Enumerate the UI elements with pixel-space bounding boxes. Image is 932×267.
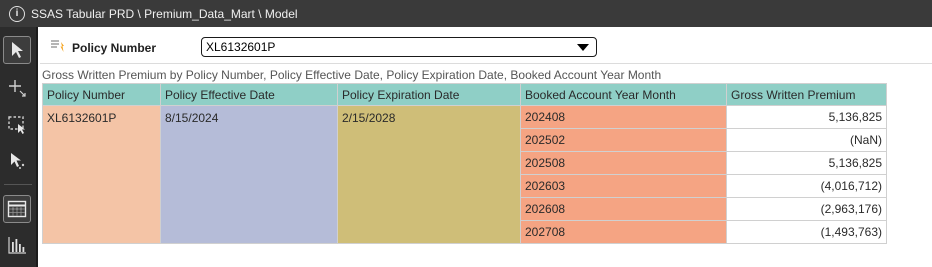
title-bar: i SSAS Tabular PRD \ Premium_Data_Mart \… — [0, 0, 932, 27]
cell-premium[interactable]: (2,963,176) — [726, 197, 887, 221]
header-policy-expiration-date[interactable]: Policy Expiration Date — [337, 83, 521, 106]
cell-premium[interactable]: (1,493,763) — [726, 220, 887, 244]
toolbar-divider — [4, 184, 32, 185]
cell-booked-month[interactable]: 202603 — [520, 174, 727, 198]
cell-policy-number[interactable]: XL6132601P — [42, 105, 161, 244]
dropdown-value: XL6132601P — [206, 40, 276, 54]
cell-premium[interactable]: 5,136,825 — [726, 151, 887, 175]
cell-premium[interactable]: (NaN) — [726, 128, 887, 152]
filter-label: Policy Number — [72, 41, 157, 55]
crosshair-icon[interactable] — [3, 74, 31, 102]
filter-bar: Policy Number XL6132601P — [40, 27, 932, 64]
chevron-down-icon[interactable] — [577, 44, 589, 51]
table-grid-icon[interactable] — [3, 195, 31, 223]
filter-slicer-icon — [50, 39, 66, 53]
side-toolbar — [0, 27, 38, 267]
cell-booked-month[interactable]: 202502 — [520, 128, 727, 152]
cell-booked-month[interactable]: 202408 — [520, 105, 727, 129]
cell-policy-expiration-date[interactable]: 2/15/2028 — [337, 105, 521, 244]
cursor-sparkle-icon[interactable] — [3, 146, 31, 174]
grid-title: Gross Written Premium by Policy Number, … — [42, 68, 662, 82]
header-booked-account-year-month[interactable]: Booked Account Year Month — [520, 83, 727, 106]
marquee-select-icon[interactable] — [3, 110, 31, 138]
header-policy-effective-date[interactable]: Policy Effective Date — [160, 83, 338, 106]
pointer-icon[interactable] — [3, 36, 31, 64]
cell-policy-effective-date[interactable]: 8/15/2024 — [160, 105, 338, 244]
policy-number-dropdown[interactable]: XL6132601P — [201, 37, 597, 57]
info-icon[interactable]: i — [9, 5, 25, 22]
bar-chart-icon[interactable] — [3, 231, 31, 259]
cell-booked-month[interactable]: 202608 — [520, 197, 727, 221]
header-gross-written-premium[interactable]: Gross Written Premium — [726, 83, 887, 106]
header-policy-number[interactable]: Policy Number — [42, 83, 161, 106]
window-title: SSAS Tabular PRD \ Premium_Data_Mart \ M… — [31, 6, 298, 21]
cell-booked-month[interactable]: 202708 — [520, 220, 727, 244]
table-row: XL6132601P 8/15/2024 2/15/2028 202408 5,… — [42, 105, 887, 244]
cell-premium[interactable]: 5,136,825 — [726, 105, 887, 129]
cell-booked-month[interactable]: 202508 — [520, 151, 727, 175]
pivot-table: Policy Number Policy Effective Date Poli… — [42, 83, 887, 244]
cell-premium[interactable]: (4,016,712) — [726, 174, 887, 198]
main-panel: Policy Number XL6132601P Gross Written P… — [40, 27, 932, 267]
header-row: Policy Number Policy Effective Date Poli… — [42, 83, 887, 106]
